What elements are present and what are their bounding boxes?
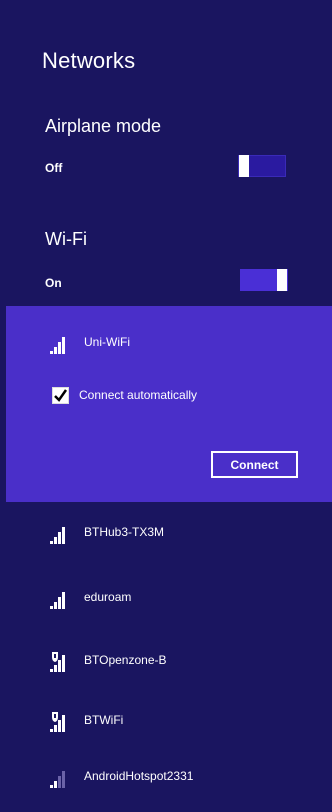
- wifi-signal-icon: [50, 592, 65, 609]
- airplane-mode-state: Off: [45, 161, 63, 175]
- network-name: BTOpenzone-B: [84, 653, 167, 667]
- network-name: AndroidHotspot2331: [84, 769, 194, 783]
- airplane-toggle-thumb: [239, 155, 249, 177]
- weak-wifi-signal-icon: [50, 771, 65, 788]
- secured-wifi-signal-icon: [50, 652, 65, 672]
- connect-automatically-label: Connect automatically: [79, 388, 198, 402]
- airplane-mode-label: Airplane mode: [45, 116, 162, 136]
- wifi-toggle-thumb: [277, 269, 287, 291]
- airplane-mode-toggle[interactable]: [238, 155, 286, 177]
- page-title: Networks: [42, 48, 136, 73]
- wifi-label: Wi-Fi: [45, 229, 87, 249]
- secured-wifi-signal-icon: [50, 712, 65, 732]
- wifi-state: On: [45, 276, 62, 290]
- wifi-toggle[interactable]: [240, 269, 288, 291]
- network-name: BTWiFi: [84, 713, 124, 727]
- wifi-signal-icon: [50, 337, 65, 354]
- connect-button[interactable]: Connect: [211, 451, 298, 478]
- connect-automatically-checkbox[interactable]: [52, 387, 69, 404]
- network-name: Uni-WiFi: [84, 335, 130, 349]
- wifi-signal-icon: [50, 527, 65, 544]
- network-name: eduroam: [84, 590, 132, 604]
- network-name: BTHub3-TX3M: [84, 525, 165, 539]
- checkmark-icon: [54, 389, 68, 402]
